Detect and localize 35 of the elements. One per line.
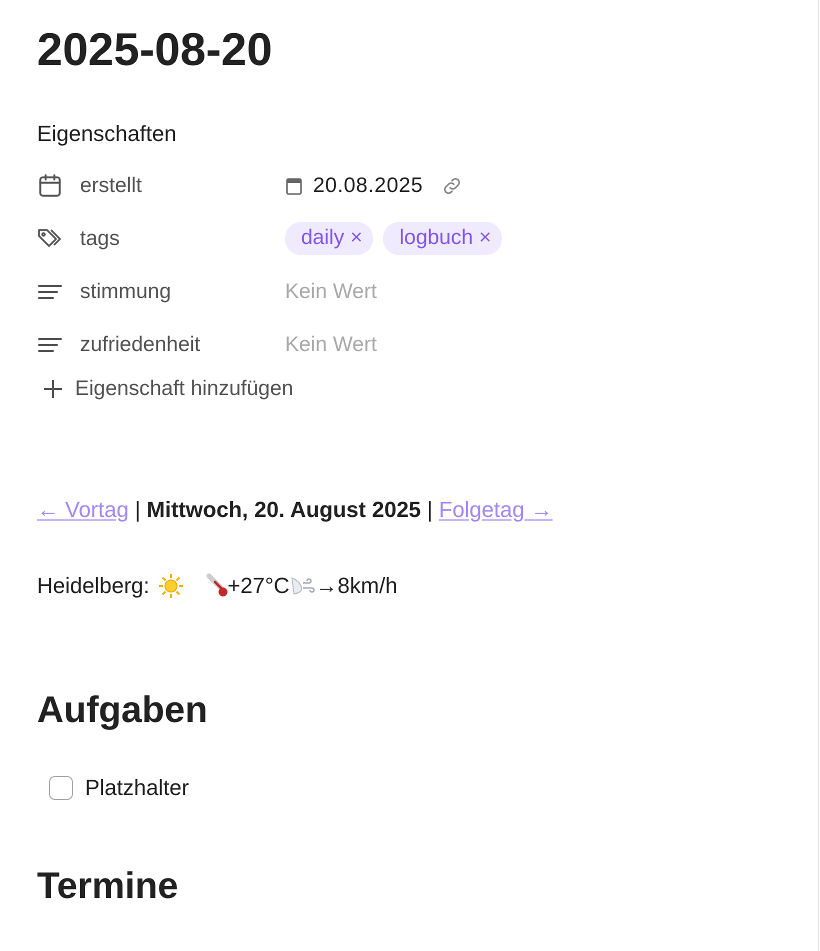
- section-heading: Termine: [37, 865, 178, 907]
- tag-label[interactable]: logbuch: [399, 226, 474, 250]
- property-label: tags: [80, 226, 121, 250]
- property-label: erstellt: [80, 174, 143, 198]
- text-lines-icon: [37, 336, 63, 354]
- task-label: Platzhalter: [85, 775, 189, 801]
- tag-label[interactable]: daily: [301, 226, 344, 250]
- tag-chip[interactable]: daily ×: [285, 222, 374, 255]
- separator: |: [426, 497, 434, 523]
- date-value[interactable]: 20.08.2025: [313, 174, 424, 198]
- section-heading: Aufgaben: [37, 689, 208, 731]
- text-lines-icon: [37, 282, 63, 300]
- previous-day-link[interactable]: ← Vortag: [37, 497, 129, 523]
- thermometer-icon: [204, 573, 228, 599]
- calendar-icon: [37, 172, 63, 198]
- sun-icon: [158, 573, 184, 599]
- calendar-icon: [285, 176, 303, 196]
- property-label: stimmung: [80, 280, 172, 304]
- separator: |: [134, 497, 142, 523]
- page-title: 2025-08-20: [37, 22, 272, 76]
- location-label: Heidelberg:: [37, 573, 150, 599]
- tag-chip[interactable]: logbuch ×: [383, 222, 502, 255]
- next-day-link[interactable]: Folgetag →: [438, 497, 553, 523]
- value-field[interactable]: Kein Wert: [285, 332, 485, 356]
- temperature: +27°C: [228, 573, 290, 599]
- property-label: zufriedenheit: [80, 332, 202, 356]
- current-date: Mittwoch, 20. August 2025: [146, 497, 421, 523]
- remove-tag-button[interactable]: ×: [350, 226, 362, 250]
- remove-tag-button[interactable]: ×: [479, 226, 492, 250]
- add-property-button[interactable]: Eigenschaft hinzufügen: [43, 377, 818, 401]
- checkbox[interactable]: [49, 776, 73, 800]
- plus-icon: [43, 379, 63, 399]
- section-heading: Eigenschaften: [37, 121, 176, 147]
- value-field[interactable]: Kein Wert: [285, 280, 485, 304]
- wind-speed: →8km/h: [316, 573, 398, 599]
